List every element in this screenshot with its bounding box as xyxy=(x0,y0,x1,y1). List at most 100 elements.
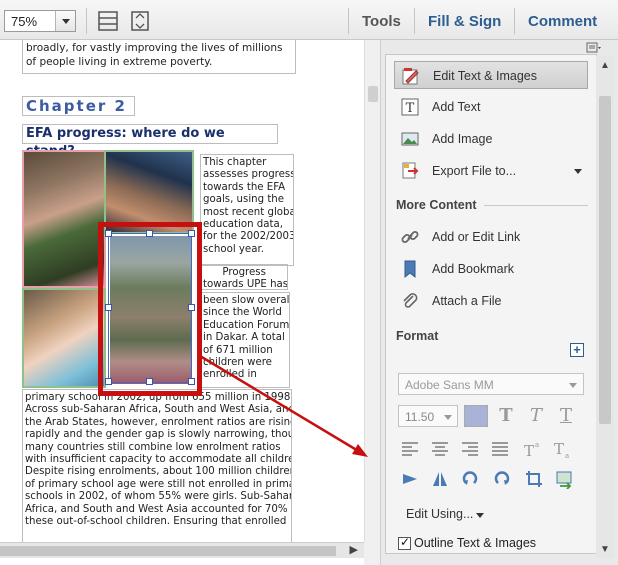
export-file-icon xyxy=(402,162,419,179)
outline-text-images-checkbox[interactable] xyxy=(398,535,411,550)
font-size-select[interactable]: 11.50 xyxy=(398,405,458,427)
chevron-down-icon xyxy=(444,415,452,420)
flip-horizontal-icon[interactable] xyxy=(400,469,420,489)
toolbar-separator xyxy=(414,8,415,34)
tool-add-image[interactable]: Add Image xyxy=(394,125,588,153)
chevron-down-icon xyxy=(569,383,577,388)
tool-edit-text-images[interactable]: Edit Text & Images xyxy=(394,61,588,89)
text-block-body[interactable]: primary school in 2002, up from 655 mill… xyxy=(22,389,292,542)
text-block-slow-overall[interactable]: been slow overall since the World Educat… xyxy=(200,292,290,388)
intro-text: broadly, for vastly improving the lives … xyxy=(26,42,283,68)
resize-handle-top[interactable] xyxy=(146,230,153,237)
tool-label: Export File to... xyxy=(432,164,517,178)
tools-panel: Edit Text & Images T Add Text Add Image … xyxy=(380,40,618,565)
align-right-icon[interactable] xyxy=(460,439,480,459)
section-title[interactable]: EFA progress: where do we stand? xyxy=(22,124,278,159)
add-format-button[interactable]: + xyxy=(570,343,584,357)
zoom-select[interactable]: 75% xyxy=(4,10,76,32)
image-outline xyxy=(22,150,106,288)
resize-handle-bottom-right[interactable] xyxy=(188,378,195,385)
comment-pane-button[interactable]: Comment xyxy=(528,13,597,30)
tool-label: Attach a File xyxy=(432,294,502,308)
image-selection-box[interactable] xyxy=(108,233,192,383)
toolbar-separator xyxy=(86,8,87,34)
tool-label: Edit Text & Images xyxy=(433,69,537,83)
replace-image-icon[interactable] xyxy=(554,469,574,489)
zoom-value: 75% xyxy=(11,14,38,29)
tool-label: Add or Edit Link xyxy=(432,230,521,244)
panel-options-icon[interactable] xyxy=(586,42,602,54)
divider xyxy=(484,205,588,206)
content-editing-pane: Edit Text & Images T Add Text Add Image … xyxy=(385,54,597,554)
fill-sign-pane-button[interactable]: Fill & Sign xyxy=(428,13,501,30)
link-icon xyxy=(401,231,419,243)
svg-text:T: T xyxy=(406,101,415,116)
svg-text:a: a xyxy=(535,441,539,449)
paperclip-icon xyxy=(403,293,418,308)
tool-add-text[interactable]: T Add Text xyxy=(394,93,588,121)
scroll-down-arrow-icon[interactable]: ▼ xyxy=(600,544,610,555)
chevron-down-icon[interactable] xyxy=(574,169,582,174)
bookmark-icon xyxy=(404,260,416,279)
chapter-heading[interactable]: Chapter 2 xyxy=(22,96,135,116)
scrollbar-corner xyxy=(364,542,380,565)
resize-handle-top-left[interactable] xyxy=(105,230,112,237)
font-color-swatch[interactable] xyxy=(464,405,488,427)
document-horizontal-scrollbar[interactable]: ▶ xyxy=(0,542,364,558)
scroll-thumb[interactable] xyxy=(368,86,378,102)
scroll-thumb[interactable] xyxy=(0,546,336,556)
resize-handle-bottom[interactable] xyxy=(146,378,153,385)
rotate-right-icon[interactable] xyxy=(492,469,512,489)
font-size-value: 11.50 xyxy=(405,410,435,424)
bold-icon[interactable]: T xyxy=(496,406,516,426)
document-view[interactable]: broadly, for vastly improving the lives … xyxy=(0,40,364,542)
image-outline xyxy=(22,288,106,388)
underline-icon[interactable]: T xyxy=(556,406,576,426)
edit-using-menu[interactable]: Edit Using... xyxy=(406,507,473,521)
fit-page-icon[interactable] xyxy=(128,9,152,33)
tool-label: Add Image xyxy=(432,132,493,146)
superscript-icon[interactable]: Ta xyxy=(522,439,542,459)
tool-add-bookmark[interactable]: Add Bookmark xyxy=(394,255,588,283)
outline-text-images-label[interactable]: Outline Text & Images xyxy=(414,536,536,550)
toolbar-separator xyxy=(348,8,349,34)
scroll-up-arrow-icon[interactable]: ▲ xyxy=(600,60,610,71)
intro-text-block[interactable]: broadly, for vastly improving the lives … xyxy=(22,40,296,74)
subscript-icon[interactable]: Ta xyxy=(552,439,572,459)
align-left-icon[interactable] xyxy=(400,439,420,459)
italic-icon[interactable]: T xyxy=(526,406,546,426)
tool-attach-file[interactable]: Attach a File xyxy=(394,287,588,315)
resize-handle-left[interactable] xyxy=(105,304,112,311)
toolbar-separator xyxy=(514,8,515,34)
rotate-left-icon[interactable] xyxy=(460,469,480,489)
more-content-header: More Content xyxy=(396,198,477,212)
tool-add-edit-link[interactable]: Add or Edit Link xyxy=(394,223,588,251)
svg-text:T: T xyxy=(524,442,534,459)
resize-handle-right[interactable] xyxy=(188,304,195,311)
flip-vertical-icon[interactable] xyxy=(430,469,450,489)
top-toolbar: 75% Tools Fill & Sign Comment xyxy=(0,0,618,40)
crop-image-icon[interactable] xyxy=(524,469,544,489)
tool-label: Add Text xyxy=(432,100,481,114)
scroll-thumb[interactable] xyxy=(599,96,611,424)
align-justify-icon[interactable] xyxy=(490,439,510,459)
format-header: Format xyxy=(396,329,439,343)
chevron-down-icon[interactable] xyxy=(476,513,484,518)
text-block-progress[interactable]: Progress towards UPE has xyxy=(200,264,288,290)
text-block-intro[interactable]: This chapter assesses progress towards t… xyxy=(200,154,294,266)
panel-vertical-scrollbar[interactable]: ▲ ▼ xyxy=(596,56,614,558)
zoom-dropdown-button[interactable] xyxy=(55,11,75,31)
font-family-value: Adobe Sans MM xyxy=(405,378,494,392)
tool-label: Add Bookmark xyxy=(432,262,514,276)
tools-pane-button[interactable]: Tools xyxy=(362,13,401,30)
edit-text-images-icon xyxy=(402,68,419,85)
font-family-select[interactable]: Adobe Sans MM xyxy=(398,373,584,395)
add-text-icon: T xyxy=(401,98,419,116)
fit-width-icon[interactable] xyxy=(96,9,120,33)
tool-export-file[interactable]: Export File to... xyxy=(394,157,588,185)
document-vertical-scrollbar[interactable] xyxy=(364,40,380,542)
resize-handle-top-right[interactable] xyxy=(188,230,195,237)
resize-handle-bottom-left[interactable] xyxy=(105,378,112,385)
scroll-right-arrow-icon[interactable]: ▶ xyxy=(350,543,358,556)
align-center-icon[interactable] xyxy=(430,439,450,459)
